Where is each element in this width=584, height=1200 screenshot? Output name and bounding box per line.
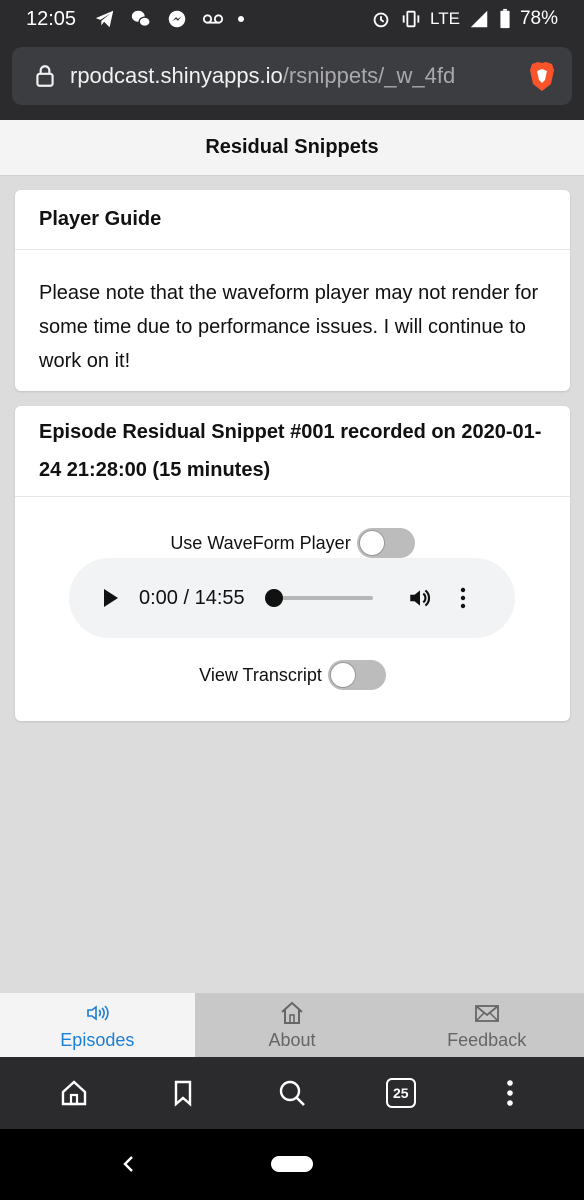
page-title: Residual Snippets	[0, 120, 584, 176]
player-guide-card: Player Guide Please note that the wavefo…	[15, 190, 570, 391]
audio-player: 0:00 / 14:55	[69, 558, 515, 638]
browser-home-button[interactable]	[57, 1076, 91, 1110]
play-icon[interactable]	[101, 587, 121, 609]
kebab-menu-icon	[506, 1080, 513, 1106]
tab-episodes[interactable]: Episodes	[0, 993, 195, 1057]
more-options-icon[interactable]	[459, 587, 467, 609]
waveform-toggle-row: Use WaveForm Player	[15, 528, 570, 558]
waveform-toggle[interactable]	[356, 528, 415, 558]
waveform-label: Use WaveForm Player	[170, 532, 351, 553]
toggle-knob	[329, 662, 356, 688]
toggle-knob	[358, 530, 385, 556]
transcript-toggle[interactable]	[327, 660, 386, 690]
browser-toolbar: 25	[0, 1057, 584, 1129]
browser-menu-button[interactable]	[493, 1076, 527, 1110]
url-host: rpodcast.shinyapps.io	[70, 63, 283, 88]
status-time: 12:05	[26, 7, 77, 30]
player-guide-title: Player Guide	[15, 190, 570, 250]
network-label: LTE	[430, 9, 460, 28]
signal-icon	[468, 8, 490, 30]
address-bar[interactable]: rpodcast.shinyapps.io/rsnippets/_w_4fd	[12, 47, 572, 105]
url-path: /rsnippets/_w_4fd	[282, 63, 456, 88]
alarm-icon	[370, 8, 392, 30]
seek-handle[interactable]	[264, 589, 283, 607]
bottom-tab-bar: Episodes About Feedback	[0, 993, 584, 1057]
audio-time: 0:00 / 14:55	[139, 586, 245, 609]
browser-address-area: rpodcast.shinyapps.io/rsnippets/_w_4fd	[0, 38, 584, 120]
lock-icon[interactable]	[32, 63, 58, 89]
volume-icon[interactable]	[407, 585, 433, 611]
bookmark-button[interactable]	[166, 1076, 200, 1110]
tab-about-label: About	[268, 1029, 316, 1050]
tab-episodes-label: Episodes	[60, 1029, 135, 1050]
system-navigation-bar	[0, 1129, 584, 1200]
vibrate-icon	[400, 8, 422, 30]
search-icon	[279, 1080, 305, 1106]
episode-title: Episode Residual Snippet #001 recorded o…	[15, 406, 570, 497]
status-bar: 12:05 LTE 78%	[0, 0, 584, 38]
url-text[interactable]: rpodcast.shinyapps.io/rsnippets/_w_4fd	[70, 63, 524, 89]
tab-feedback[interactable]: Feedback	[389, 993, 584, 1057]
house-icon	[62, 1080, 87, 1106]
more-notifications-dot	[238, 16, 245, 22]
battery-level: 78%	[519, 8, 558, 29]
search-button[interactable]	[275, 1076, 309, 1110]
tab-feedback-label: Feedback	[447, 1029, 527, 1050]
tab-about[interactable]: About	[195, 993, 390, 1057]
tab-count-badge: 25	[385, 1078, 416, 1108]
episode-card: Episode Residual Snippet #001 recorded o…	[15, 406, 570, 721]
tabs-button[interactable]: 25	[384, 1076, 418, 1110]
transcript-toggle-row: View Transcript	[15, 660, 570, 690]
speaker-icon	[87, 1004, 109, 1021]
back-chevron-icon[interactable]	[118, 1153, 140, 1175]
voicemail-icon	[202, 8, 224, 30]
messenger-icon	[166, 8, 188, 30]
brave-shield-icon[interactable]	[524, 58, 560, 94]
audio-seek-bar[interactable]	[264, 589, 373, 607]
wechat-icon	[130, 8, 152, 30]
bookmark-icon	[174, 1080, 192, 1107]
home-icon	[281, 1001, 303, 1024]
player-guide-body: Please note that the waveform player may…	[39, 282, 539, 372]
envelope-icon	[474, 1004, 499, 1022]
home-gesture-pill[interactable]	[271, 1156, 313, 1172]
battery-icon	[498, 8, 512, 30]
transcript-label: View Transcript	[199, 664, 322, 685]
telegram-icon	[94, 8, 116, 30]
